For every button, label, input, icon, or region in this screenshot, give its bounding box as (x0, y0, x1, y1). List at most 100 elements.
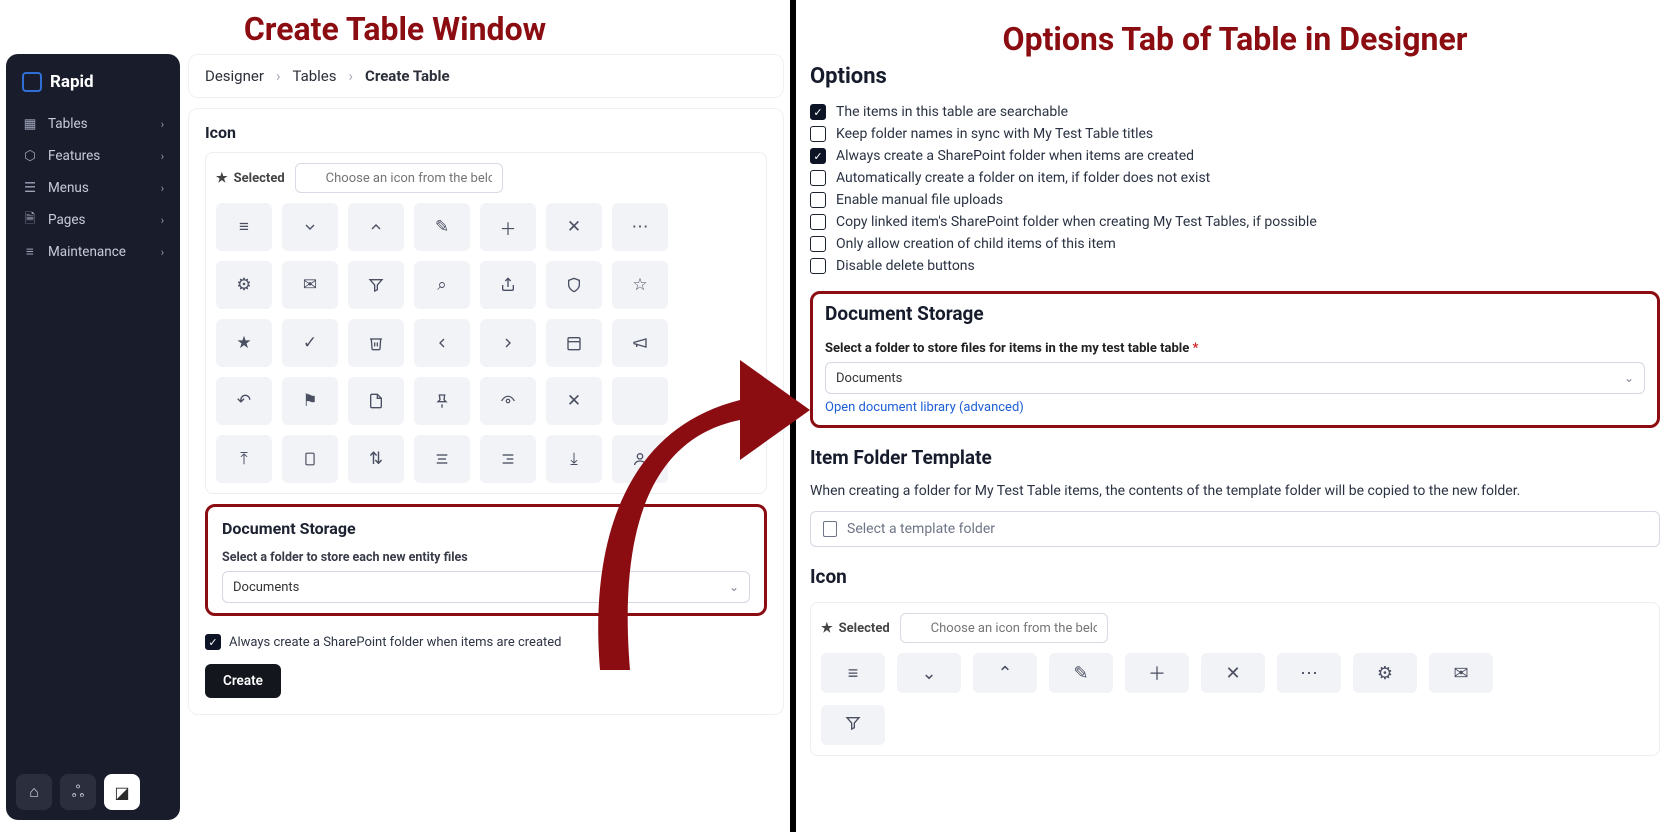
icon-option-upload[interactable]: ⤒ (216, 435, 272, 483)
sidebar-item-maintenance[interactable]: ≡ Maintenance › (16, 236, 170, 268)
create-button[interactable]: Create (205, 664, 281, 698)
icon-option-blank1[interactable] (612, 377, 668, 425)
icon-option-sort[interactable]: ⇅ (348, 435, 404, 483)
icon-option-chevron-up[interactable] (348, 203, 404, 251)
icon-option-plus[interactable]: ＋ (1125, 653, 1189, 693)
icon-option-megaphone[interactable] (612, 319, 668, 367)
option-checkbox[interactable] (810, 258, 826, 274)
icon-option-share[interactable] (480, 261, 536, 309)
document-storage-select[interactable]: Documents ⌄ (825, 362, 1645, 394)
template-folder-select[interactable]: Select a template folder (810, 511, 1660, 547)
icon-option-download[interactable]: ⤓ (546, 435, 602, 483)
sort-icon: ⇅ (348, 435, 404, 483)
chevron-up-icon: ⌃ (997, 663, 1012, 684)
x-icon: ✕ (1225, 663, 1240, 684)
icon-option-gear[interactable]: ⚙ (216, 261, 272, 309)
option-checkbox[interactable] (810, 148, 826, 164)
brand-logo: Rapid (16, 68, 170, 108)
sidebar-item-features[interactable]: ⬡ Features › (16, 140, 170, 172)
sidebar-item-tables[interactable]: ▦ Tables › (16, 108, 170, 140)
sidebar-item-menus[interactable]: ☰ Menus › (16, 172, 170, 204)
icon-option-undo[interactable]: ↶ (216, 377, 272, 425)
breadcrumb-item[interactable]: Designer (205, 67, 264, 85)
option-checkbox[interactable] (810, 170, 826, 186)
eye-icon (480, 377, 536, 425)
icon-option-aligncenter[interactable] (414, 435, 470, 483)
icon-option-chevron-down[interactable] (282, 203, 338, 251)
icon-option-filter[interactable] (821, 705, 885, 745)
icon-option-hamburger[interactable]: ≡ (216, 203, 272, 251)
selected-label: Selected (839, 621, 890, 636)
gear-icon: ⚙ (216, 261, 272, 309)
icon-option-gear[interactable]: ⚙ (1353, 653, 1417, 693)
option-checkbox[interactable] (810, 236, 826, 252)
icon-option-eye[interactable] (480, 377, 536, 425)
mail-icon: ✉ (1453, 663, 1468, 684)
icon-option-pin[interactable] (414, 377, 470, 425)
icon-option-shield[interactable] (546, 261, 602, 309)
icon-option-chevron-left[interactable] (414, 319, 470, 367)
icon-option-plus[interactable]: ＋ (480, 203, 536, 251)
icon-option-alignright[interactable] (480, 435, 536, 483)
icon-option-trash[interactable] (348, 319, 404, 367)
document-storage-select[interactable]: Documents ⌄ (222, 571, 750, 603)
icon-option-star[interactable]: ☆ (612, 261, 668, 309)
icon-option-tablet[interactable] (282, 435, 338, 483)
icon-option-starfill[interactable]: ★ (216, 319, 272, 367)
icon-option-more[interactable]: ⋯ (1277, 653, 1341, 693)
option-checkbox[interactable] (810, 104, 826, 120)
calendar-icon (546, 319, 602, 367)
open-document-library-link[interactable]: Open document library (advanced) (825, 400, 1024, 415)
chevron-down-icon (282, 203, 338, 251)
check-icon: ✓ (282, 319, 338, 367)
icon-grid: ≡ ⌄ ⌃ ✎ ＋ ✕ ⋯ ⚙ ✉ (821, 653, 1649, 745)
icon-option-file[interactable] (348, 377, 404, 425)
select-value: Documents (836, 371, 902, 386)
home-button[interactable]: ⌂ (16, 774, 52, 810)
always-create-folder-checkbox[interactable] (205, 634, 221, 650)
option-label: Automatically create a folder on item, i… (836, 170, 1210, 186)
sidebar-item-label: Features (48, 148, 100, 164)
icon-option-calendar[interactable] (546, 319, 602, 367)
icon-option-hamburger[interactable]: ≡ (821, 653, 885, 693)
icon-option-mail[interactable]: ✉ (1429, 653, 1493, 693)
icon-card-title: Icon (205, 123, 767, 142)
chevron-right-icon: › (161, 150, 164, 163)
sidebar-item-pages[interactable]: 🗎 Pages › (16, 204, 170, 236)
maintenance-icon: ≡ (22, 244, 38, 260)
icon-option-user[interactable] (612, 435, 668, 483)
icon-search-input[interactable] (900, 613, 1108, 643)
icon-option-chevron-down[interactable]: ⌄ (897, 653, 961, 693)
document-storage-label: Select a folder to store each new entity… (222, 550, 750, 565)
chevron-right-icon: › (161, 214, 164, 227)
icon-option-search[interactable]: ⌕ (414, 261, 470, 309)
breadcrumb-item[interactable]: Tables (292, 67, 336, 85)
sidebar-item-label: Menus (48, 180, 89, 196)
icon-option-x[interactable]: ✕ (546, 203, 602, 251)
sidebar-item-label: Maintenance (48, 244, 126, 260)
share-icon (480, 261, 536, 309)
breadcrumb: Designer › Tables › Create Table (188, 54, 784, 98)
theme-button[interactable]: ◪ (104, 774, 140, 810)
option-checkbox[interactable] (810, 214, 826, 230)
workflow-button[interactable]: ஃ (60, 774, 96, 810)
icon-option-x[interactable]: ✕ (1201, 653, 1265, 693)
icon-option-flag[interactable]: ⚑ (282, 377, 338, 425)
icon-option-cancel[interactable]: ✕ (546, 377, 602, 425)
chevron-down-icon: ⌄ (1624, 371, 1634, 385)
icon-option-check[interactable]: ✓ (282, 319, 338, 367)
icon-option-more[interactable]: ⋯ (612, 203, 668, 251)
chevron-right-icon: › (161, 118, 164, 131)
select-value: Documents (233, 580, 299, 595)
icon-option-pencil[interactable]: ✎ (414, 203, 470, 251)
chevron-left-icon (414, 319, 470, 367)
icon-option-chevron-right[interactable] (480, 319, 536, 367)
icon-option-filter[interactable] (348, 261, 404, 309)
icon-search-input[interactable] (295, 163, 503, 193)
option-checkbox[interactable] (810, 126, 826, 142)
option-checkbox[interactable] (810, 192, 826, 208)
icon-option-pencil[interactable]: ✎ (1049, 653, 1113, 693)
icon-option-chevron-up[interactable]: ⌃ (973, 653, 1037, 693)
icon-option-mail[interactable]: ✉ (282, 261, 338, 309)
selected-indicator: ★ Selected (821, 621, 890, 636)
